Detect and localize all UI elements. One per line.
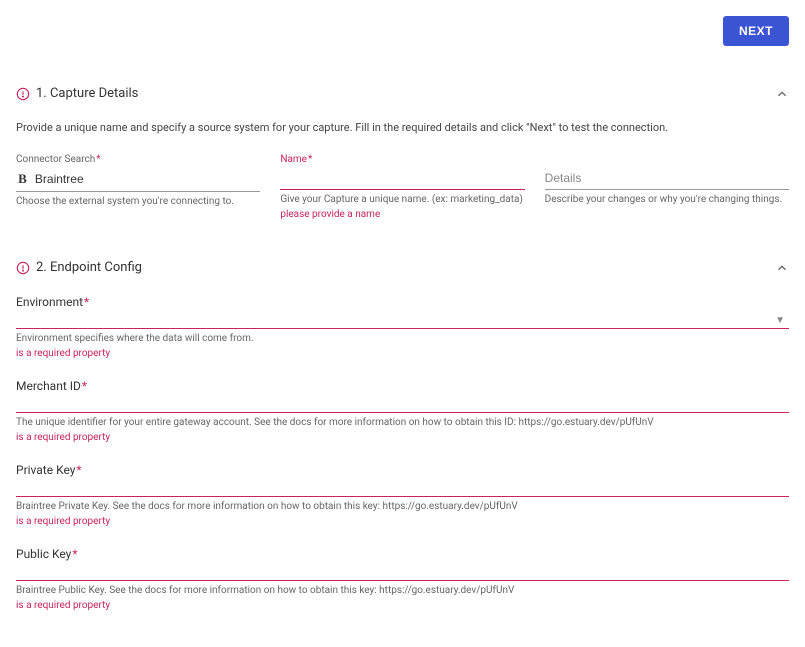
endpoint-field: Merchant ID* The unique identifier for yo…: [16, 379, 789, 443]
connector-search-input[interactable]: [35, 172, 260, 186]
required-asterisk: *: [72, 547, 77, 561]
chevron-up-icon: [775, 87, 789, 101]
section-title: 2. Endpoint Config: [36, 260, 142, 275]
endpoint-dropdown[interactable]: ▼: [16, 311, 789, 329]
endpoint-field: Environment* ▼ Environment specifies where…: [16, 295, 789, 359]
details-field: Describe your changes or why you're chan…: [545, 154, 789, 220]
endpoint-field-label: Environment*: [16, 295, 789, 309]
details-label: [545, 154, 789, 165]
endpoint-input[interactable]: [16, 479, 789, 497]
endpoint-error: is a required property: [16, 348, 789, 359]
next-button[interactable]: NEXT: [723, 16, 789, 46]
details-input[interactable]: [545, 171, 789, 185]
alert-circle-icon: [16, 87, 30, 101]
braintree-icon: B: [16, 171, 29, 187]
alert-circle-icon: [16, 261, 30, 275]
connector-search-label: Connector Search*: [16, 154, 260, 165]
section-title: 1. Capture Details: [36, 86, 138, 101]
chevron-down-icon: ▼: [775, 315, 785, 326]
endpoint-field: Private Key* Braintree Private Key. See t…: [16, 463, 789, 527]
endpoint-error: is a required property: [16, 516, 789, 527]
required-asterisk: *: [76, 463, 81, 477]
name-help: Give your Capture a unique name. (ex: ma…: [280, 194, 524, 205]
endpoint-input[interactable]: [16, 395, 789, 413]
section-instructions: Provide a unique name and specify a sour…: [16, 121, 789, 134]
required-asterisk: *: [84, 295, 89, 309]
section-endpoint-config-header[interactable]: 2. Endpoint Config: [16, 260, 789, 275]
endpoint-error: is a required property: [16, 432, 789, 443]
required-asterisk: *: [82, 379, 87, 393]
name-field: Name* Give your Capture a unique name. (…: [280, 154, 524, 220]
endpoint-input[interactable]: [16, 563, 789, 581]
connector-help: Choose the external system you're connec…: [16, 196, 260, 207]
endpoint-help: Environment specifies where the data wil…: [16, 333, 789, 344]
endpoint-field: Public Key* Braintree Public Key. See the…: [16, 547, 789, 611]
endpoint-field-label: Merchant ID*: [16, 379, 789, 393]
endpoint-field-label: Public Key*: [16, 547, 789, 561]
name-error: please provide a name: [280, 209, 524, 220]
endpoint-help: Braintree Public Key. See the docs for m…: [16, 585, 789, 596]
chevron-up-icon: [775, 261, 789, 275]
endpoint-help: The unique identifier for your entire ga…: [16, 417, 789, 428]
endpoint-help: Braintree Private Key. See the docs for …: [16, 501, 789, 512]
name-input[interactable]: [280, 171, 524, 185]
endpoint-field-label: Private Key*: [16, 463, 789, 477]
connector-search-field: Connector Search* B Choose the external …: [16, 154, 260, 220]
details-help: Describe your changes or why you're chan…: [545, 194, 789, 205]
required-asterisk: *: [308, 154, 312, 165]
section-capture-details-header[interactable]: 1. Capture Details: [16, 86, 789, 101]
endpoint-error: is a required property: [16, 600, 789, 611]
name-label: Name*: [280, 154, 524, 165]
required-asterisk: *: [96, 154, 100, 165]
